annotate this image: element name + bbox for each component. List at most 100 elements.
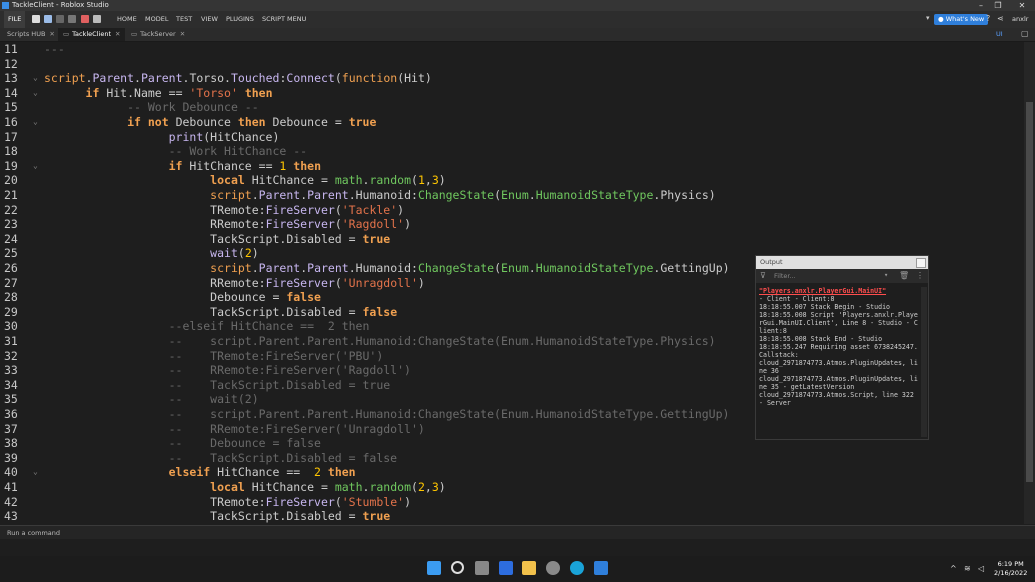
command-bar[interactable]: Run a command: [0, 525, 1035, 539]
menu-view[interactable]: VIEW: [201, 11, 218, 28]
menu-plugins[interactable]: PLUGINS: [226, 11, 254, 28]
tab-scripts-hub[interactable]: Scripts HUB ✕: [2, 28, 60, 41]
code-text: TackScript.Disabled = true: [44, 231, 391, 246]
wifi-icon[interactable]: ≋: [964, 564, 971, 573]
clock-time: 6:19 PM: [997, 560, 1024, 568]
code-text: if Hit.Name == 'Torso' then: [85, 85, 273, 100]
output-line: 18:18:55.247 Requiring asset 6738245247.: [759, 343, 918, 351]
output-scrollbar[interactable]: [921, 287, 927, 437]
line-number: 27: [4, 275, 18, 290]
whats-new-label: What's New: [945, 15, 985, 23]
menu-home[interactable]: HOME: [117, 11, 137, 28]
new-file-icon[interactable]: [32, 15, 40, 23]
scrollbar-thumb[interactable]: [1026, 102, 1033, 482]
script-analysis-icon[interactable]: UI: [996, 30, 1003, 38]
line-number: 20: [4, 173, 18, 188]
clock[interactable]: 6:19 PM 2/16/2022: [994, 560, 1027, 577]
line-number: 23: [4, 217, 18, 232]
team-create-icon[interactable]: [44, 15, 52, 23]
help-icon[interactable]: ?: [986, 14, 990, 23]
roblox-studio-taskbar-icon[interactable]: [594, 561, 608, 575]
code-text: -- RRemote:FireServer('Ragdoll'): [168, 363, 411, 378]
stop-icon[interactable]: [81, 15, 89, 23]
whats-new-button[interactable]: ● What's New: [934, 14, 989, 25]
output-line: 18:18:55.007 Stack Begin - Studio: [759, 303, 891, 311]
task-view-icon[interactable]: [475, 561, 489, 575]
more-icon[interactable]: ⋮: [916, 271, 924, 280]
widgets-icon[interactable]: [499, 561, 513, 575]
start-icon[interactable]: [427, 561, 441, 575]
code-text: -- script.Parent.Parent.Humanoid:ChangeS…: [168, 407, 730, 421]
close-icon[interactable]: ✕: [1012, 0, 1032, 11]
fold-chevron-icon[interactable]: ⌄: [33, 159, 38, 174]
code-text: local HitChance = math.random(1,3): [210, 173, 446, 188]
user-name[interactable]: anxlr: [1012, 11, 1028, 28]
command-input[interactable]: Run a command: [7, 529, 60, 537]
settings-icon[interactable]: [546, 561, 560, 575]
edge-browser-icon[interactable]: [570, 561, 584, 575]
line-number: 25: [4, 246, 18, 261]
share-icon[interactable]: ⋖: [997, 14, 1004, 23]
clock-date: 2/16/2022: [994, 568, 1028, 577]
output-log: "Players.anxlr.PlayerGui.MainUI" - Clien…: [759, 287, 919, 437]
code-text: script.Parent.Parent.Humanoid:ChangeStat…: [210, 188, 716, 202]
code-text: -- Debounce = false: [168, 436, 321, 451]
undo-icon[interactable]: [93, 15, 101, 23]
code-text: -- script.Parent.Parent.Humanoid:ChangeS…: [168, 334, 716, 348]
close-icon[interactable]: ✕: [180, 30, 185, 38]
filter-input[interactable]: Filter...: [774, 272, 796, 280]
line-number: 15: [4, 100, 18, 115]
filter-icon[interactable]: ⊽: [760, 271, 766, 280]
code-text: -- TackScript.Disabled = false: [168, 450, 398, 465]
chevron-up-icon[interactable]: ^: [950, 564, 957, 573]
fold-chevron-icon[interactable]: ⌄: [33, 115, 38, 130]
fold-chevron-icon[interactable]: ⌄: [33, 465, 38, 480]
code-text: -- TackScript.Disabled = true: [168, 377, 391, 392]
line-number: 17: [4, 129, 18, 144]
code-text: -- Work Debounce --: [127, 100, 259, 115]
code-text: -- wait(2): [168, 392, 259, 407]
menu-model[interactable]: MODEL: [145, 11, 168, 28]
volume-icon[interactable]: ◁: [978, 564, 984, 573]
code-text: elseif HitChance == 2 then: [168, 465, 356, 480]
code-text: TRemote:FireServer('Stumble'): [44, 494, 411, 509]
line-number: 14: [4, 85, 18, 100]
output-line: "Players.anxlr.PlayerGui.MainUI": [759, 287, 887, 295]
clear-icon[interactable]: 🗑: [899, 271, 909, 280]
tab-label: TackleClient: [72, 30, 111, 38]
line-number: 43: [4, 509, 18, 524]
line-number: 38: [4, 436, 18, 451]
publish-icon[interactable]: [68, 15, 76, 23]
close-icon[interactable]: ✕: [49, 30, 54, 38]
menu-script-menu[interactable]: SCRIPT MENU: [262, 11, 306, 28]
script-icon: ▭: [63, 30, 70, 38]
tab-tackserver[interactable]: ▭ TackServer ✕: [126, 28, 190, 41]
editor-scrollbar[interactable]: [1024, 42, 1035, 524]
output-line: - Server: [759, 399, 791, 407]
fold-chevron-icon[interactable]: ⌄: [33, 71, 38, 86]
search-icon[interactable]: [451, 561, 464, 574]
close-icon[interactable]: ✕: [115, 30, 120, 38]
chevron-down-icon[interactable]: ▾: [926, 14, 930, 22]
dock-icon[interactable]: ▢: [1021, 29, 1029, 38]
code-text: TackScript.Disabled = false: [44, 304, 398, 319]
file-menu[interactable]: FILE: [4, 11, 26, 28]
tab-tackleclient[interactable]: ▭ TackleClient ✕: [58, 28, 126, 41]
output-line: cloud_2971874773.Atmos.Script, line 322: [759, 391, 914, 399]
code-text: if HitChance == 1 then: [168, 158, 321, 173]
file-explorer-icon[interactable]: [522, 561, 536, 575]
code-text: print(HitChance): [168, 129, 280, 144]
line-number: 13: [4, 71, 18, 86]
code-text: local HitChance = math.random(2,3): [210, 480, 446, 494]
close-icon[interactable]: [916, 258, 926, 268]
menu-test[interactable]: TEST: [176, 11, 192, 28]
script-tabs: Scripts HUB ✕ ▭ TackleClient ✕ ▭ TackServer ✕…: [0, 28, 1035, 42]
maximize-icon[interactable]: ❐: [988, 0, 1008, 11]
fold-chevron-icon[interactable]: ⌄: [33, 86, 38, 101]
roblox-studio-logo-icon: [2, 2, 9, 9]
line-number: 26: [4, 261, 18, 275]
code-text: script.Parent.Parent.Torso.Touched:Conne…: [44, 71, 432, 86]
output-line: - Client - Client:8: [759, 295, 835, 303]
line-number: 42: [4, 494, 18, 509]
chevron-down-icon[interactable]: ▾: [884, 271, 888, 279]
